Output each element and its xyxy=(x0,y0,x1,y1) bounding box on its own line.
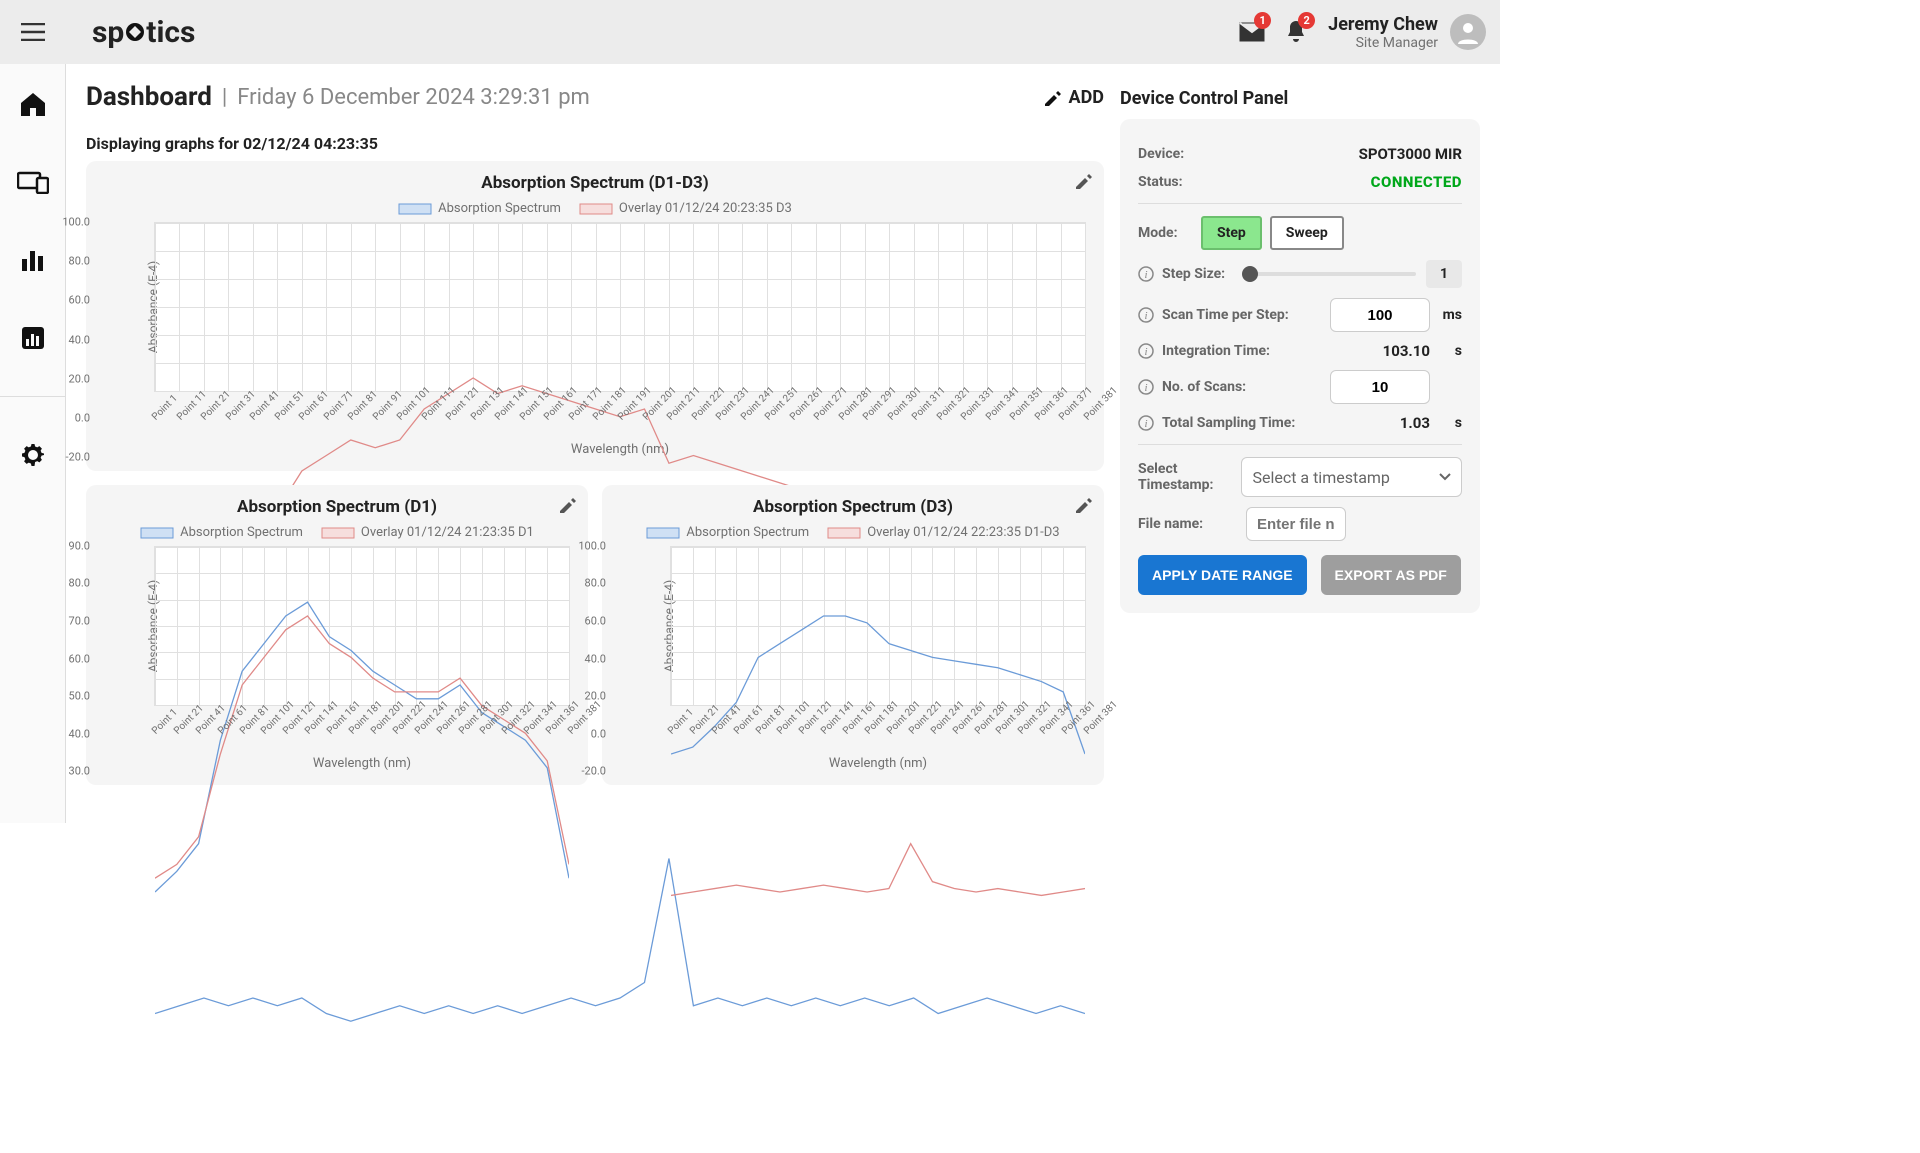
chart-edit-button[interactable] xyxy=(1074,171,1092,189)
hamburger-menu[interactable] xyxy=(6,5,60,59)
mail-badge: 1 xyxy=(1254,12,1271,29)
page-datetime: Friday 6 December 2024 3:29:31 pm xyxy=(237,85,590,110)
pencil-icon xyxy=(1074,171,1092,189)
scantime-input[interactable] xyxy=(1330,298,1430,332)
scantime-label: Scan Time per Step: xyxy=(1162,307,1322,323)
sidebar-item-settings[interactable] xyxy=(13,435,53,475)
total-label: Total Sampling Time: xyxy=(1162,415,1322,431)
device-control-panel: Device: SPOT3000 MIR Status: CONNECTED M… xyxy=(1120,119,1480,613)
chart-plot-d3[interactable]: 100.080.060.040.020.00.0-20.0 Absorbance… xyxy=(620,546,1086,771)
scans-label: No. of Scans: xyxy=(1162,379,1322,395)
sidebar-item-devices[interactable] xyxy=(13,162,53,202)
timestamp-select[interactable]: Select a timestamp xyxy=(1241,457,1462,497)
info-icon[interactable]: i xyxy=(1138,307,1154,323)
subheading: Displaying graphs for 02/12/24 04:23:35 xyxy=(86,134,1104,153)
chart-plot-d1[interactable]: 90.080.070.060.050.040.030.0 Absorbance … xyxy=(104,546,570,771)
filename-label: File name: xyxy=(1138,516,1238,532)
mode-sweep-button[interactable]: Sweep xyxy=(1270,216,1344,250)
timestamp-label: Select Timestamp: xyxy=(1138,461,1233,493)
info-icon[interactable]: i xyxy=(1138,266,1154,282)
chart-legend: Absorption Spectrum Overlay 01/12/24 21:… xyxy=(104,525,570,540)
topbar: sptics 1 2 Jeremy Chew Site Manager xyxy=(0,0,1500,64)
info-icon[interactable]: i xyxy=(1138,379,1154,395)
device-label: Device: xyxy=(1138,146,1298,162)
stepsize-value: 1 xyxy=(1426,260,1462,288)
chart-edit-button[interactable] xyxy=(1074,495,1092,513)
devices-icon xyxy=(17,170,49,194)
report-icon xyxy=(20,325,46,351)
integration-value: 103.10 xyxy=(1330,342,1430,360)
chart-title: Absorption Spectrum (D1-D3) xyxy=(104,173,1086,193)
filename-input[interactable] xyxy=(1246,507,1346,541)
sidebar-item-reports[interactable] xyxy=(13,318,53,358)
svg-text:i: i xyxy=(1144,346,1147,358)
chart-title: Absorption Spectrum (D3) xyxy=(620,497,1086,517)
chart-card-d3: Absorption Spectrum (D3) Absorption Spec… xyxy=(602,485,1104,785)
notifications-badge: 2 xyxy=(1298,12,1315,29)
mode-label: Mode: xyxy=(1138,225,1193,241)
menu-icon xyxy=(21,23,45,41)
home-icon xyxy=(19,90,47,118)
chevron-down-icon xyxy=(1439,473,1451,481)
chart-legend: Absorption Spectrum Overlay 01/12/24 22:… xyxy=(620,525,1086,540)
bar-chart-icon xyxy=(20,247,46,273)
chart-edit-button[interactable] xyxy=(558,495,576,513)
mode-step-button[interactable]: Step xyxy=(1201,216,1262,250)
info-icon[interactable]: i xyxy=(1138,415,1154,431)
page-title: Dashboard xyxy=(86,82,212,112)
integration-label: Integration Time: xyxy=(1162,343,1322,359)
export-pdf-button[interactable]: EXPORT AS PDF xyxy=(1321,555,1461,595)
info-icon[interactable]: i xyxy=(1138,343,1154,359)
user-menu[interactable]: Jeremy Chew Site Manager xyxy=(1328,14,1486,51)
svg-text:i: i xyxy=(1144,418,1147,430)
sidebar-separator xyxy=(0,396,65,397)
stepsize-slider[interactable]: 1 xyxy=(1250,260,1462,288)
svg-text:i: i xyxy=(1144,310,1147,322)
pencil-icon xyxy=(558,495,576,513)
pencil-icon xyxy=(1043,88,1061,106)
notifications-button[interactable]: 2 xyxy=(1274,10,1318,54)
chart-card-d1: Absorption Spectrum (D1) Absorption Spec… xyxy=(86,485,588,785)
status-value: CONNECTED xyxy=(1306,173,1462,191)
chart-plot-big[interactable]: 100.080.060.040.020.00.0-20.0 Absorbance… xyxy=(104,222,1086,457)
device-panel-title: Device Control Panel xyxy=(1120,88,1480,109)
chart-title: Absorption Spectrum (D1) xyxy=(104,497,570,517)
scans-input[interactable] xyxy=(1330,370,1430,404)
pencil-icon xyxy=(1074,495,1092,513)
user-role: Site Manager xyxy=(1356,35,1438,51)
status-label: Status: xyxy=(1138,174,1298,190)
user-name: Jeremy Chew xyxy=(1328,14,1438,35)
avatar xyxy=(1450,14,1486,50)
total-value: 1.03 xyxy=(1330,414,1430,432)
gear-icon xyxy=(19,441,47,469)
sidebar-item-home[interactable] xyxy=(13,84,53,124)
brand-logo: sptics xyxy=(92,15,195,50)
device-value: SPOT3000 MIR xyxy=(1306,145,1462,163)
stepsize-label: Step Size: xyxy=(1162,266,1242,282)
svg-text:i: i xyxy=(1144,269,1147,281)
page-header: Dashboard | Friday 6 December 2024 3:29:… xyxy=(86,82,1104,112)
apply-date-range-button[interactable]: APPLY DATE RANGE xyxy=(1138,555,1307,595)
chart-legend: Absorption Spectrum Overlay 01/12/24 20:… xyxy=(104,201,1086,216)
svg-text:i: i xyxy=(1144,382,1147,394)
chart-card-big: Absorption Spectrum (D1-D3) Absorption S… xyxy=(86,161,1104,471)
add-button[interactable]: ADD xyxy=(1043,87,1105,108)
sidebar xyxy=(0,64,66,823)
user-icon xyxy=(1454,18,1482,46)
sidebar-item-analytics[interactable] xyxy=(13,240,53,280)
mail-button[interactable]: 1 xyxy=(1230,10,1274,54)
